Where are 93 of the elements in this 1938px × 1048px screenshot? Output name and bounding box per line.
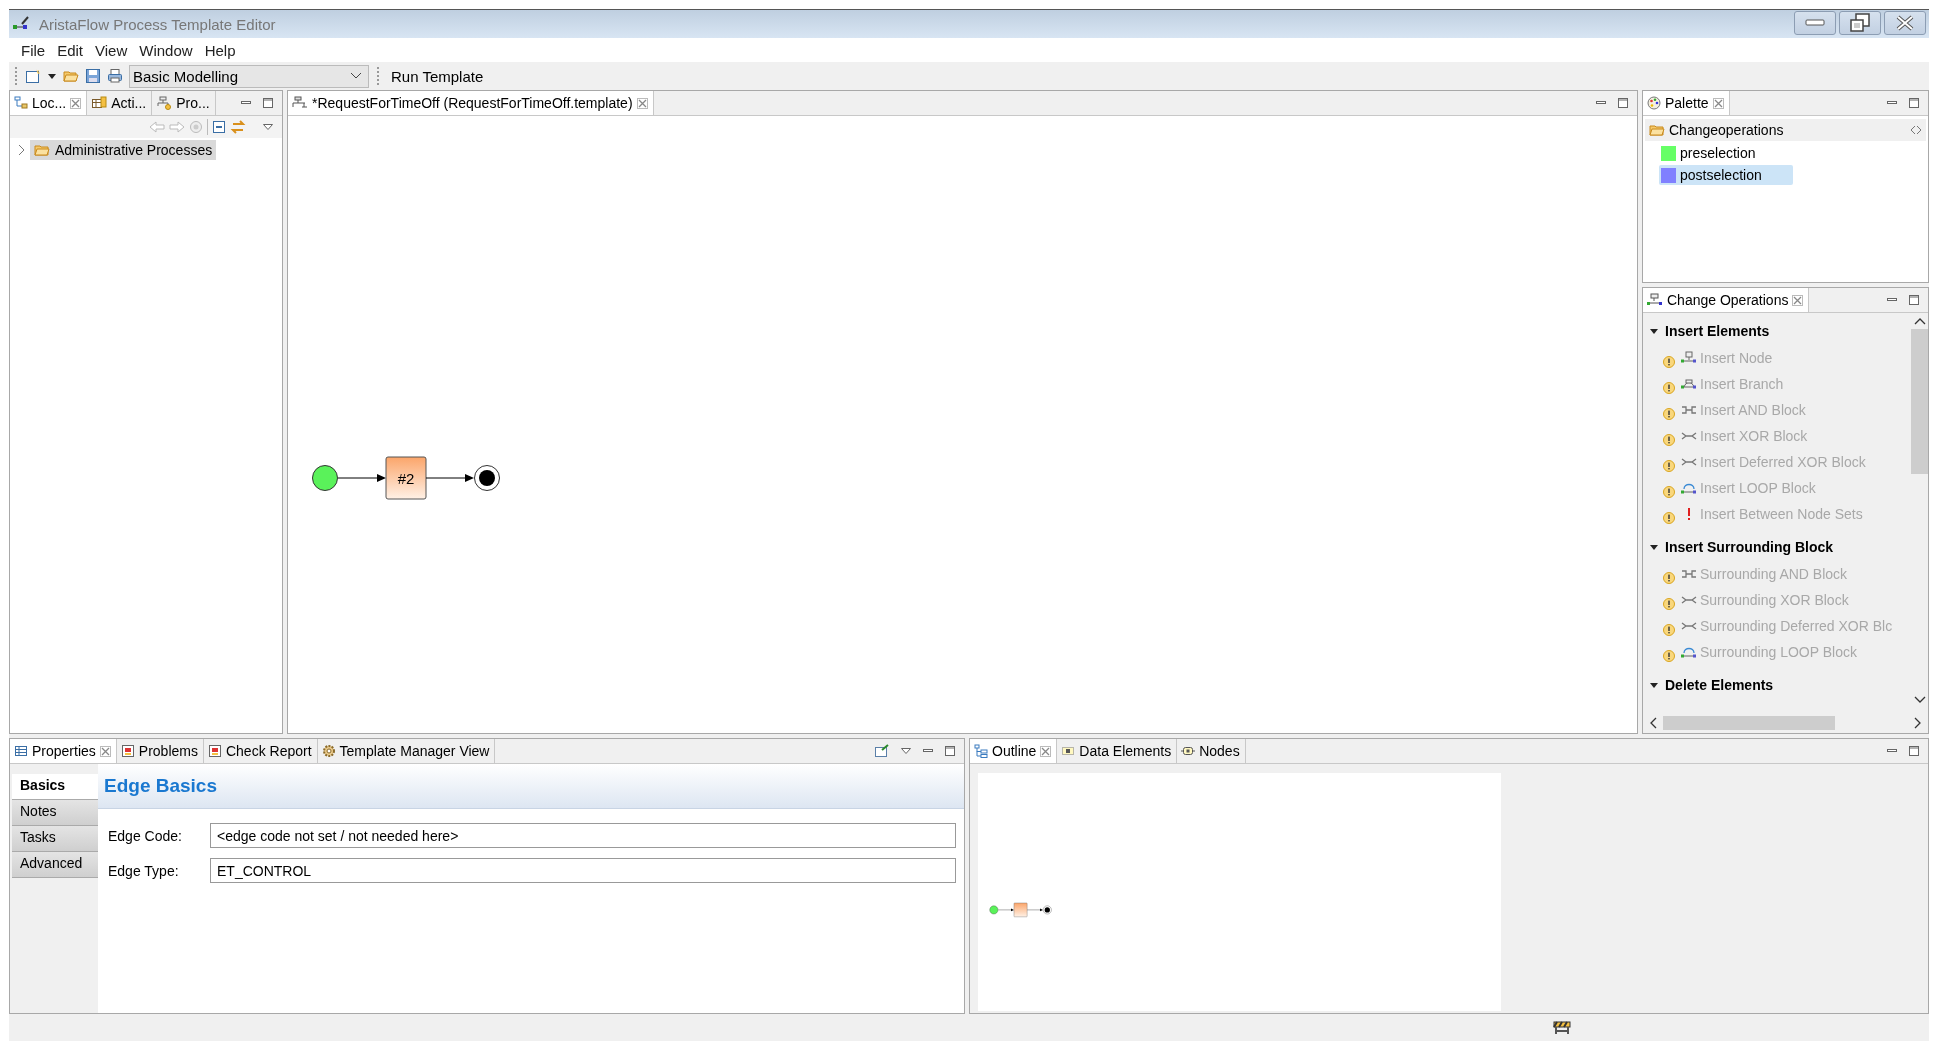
activity-node: #2 xyxy=(385,456,427,500)
text-field[interactable]: ET_CONTROL xyxy=(210,858,956,883)
close-icon[interactable] xyxy=(1040,745,1052,757)
tab[interactable]: Properties xyxy=(10,739,117,763)
scroll-right-icon[interactable] xyxy=(1914,716,1922,729)
gear-icon xyxy=(321,744,336,758)
tab[interactable]: Outline xyxy=(970,739,1058,763)
problems-icon xyxy=(120,744,135,758)
restore-button[interactable] xyxy=(1839,11,1881,35)
palette-drawer-header[interactable]: Changeoperations xyxy=(1645,119,1926,141)
menu-item[interactable]: File xyxy=(15,41,52,59)
expand-arrow-icon[interactable] xyxy=(1649,680,1659,690)
table-icon xyxy=(14,744,28,758)
group-header[interactable]: Insert Surrounding Block xyxy=(1643,533,1911,561)
collapse-all-icon[interactable] xyxy=(212,120,226,134)
menu-item[interactable]: View xyxy=(89,41,134,59)
view-menu-icon[interactable] xyxy=(900,745,912,757)
collapse-icon[interactable] xyxy=(1910,125,1922,135)
side-tab[interactable]: Tasks xyxy=(12,826,98,852)
close-icon xyxy=(1895,14,1915,32)
maximize-icon[interactable] xyxy=(1617,97,1629,109)
tab[interactable]: Loc... xyxy=(10,91,88,115)
process-icon xyxy=(156,96,173,110)
close-icon[interactable] xyxy=(99,745,111,757)
data-icon xyxy=(1061,744,1076,758)
folder-icon xyxy=(34,143,50,157)
palette-icon xyxy=(1647,96,1661,110)
side-tab[interactable]: Notes xyxy=(12,800,98,826)
maximize-icon[interactable] xyxy=(944,745,956,757)
branch-icon xyxy=(1681,377,1697,391)
group-header[interactable]: Insert Elements xyxy=(1643,317,1911,345)
field-label: Edge Type: xyxy=(108,862,180,879)
workflow-icon xyxy=(292,96,308,110)
tab[interactable]: Palette xyxy=(1643,91,1730,115)
node-icon xyxy=(1181,744,1196,758)
print-icon[interactable] xyxy=(107,68,123,84)
field-label: Edge Code: xyxy=(108,827,183,844)
minimize-icon xyxy=(1805,19,1825,27)
construction-icon xyxy=(1553,1020,1571,1035)
tree-icon xyxy=(14,96,28,110)
folder-icon xyxy=(1649,123,1665,137)
view-menu-icon[interactable] xyxy=(262,121,274,133)
tab[interactable]: Change Operations xyxy=(1643,288,1810,312)
loop-block-icon xyxy=(1681,645,1697,659)
palette-item[interactable]: postselection xyxy=(1659,165,1793,185)
maximize-icon[interactable] xyxy=(1908,745,1920,757)
pin-icon[interactable] xyxy=(874,744,890,758)
maximize-icon[interactable] xyxy=(262,97,274,109)
tab[interactable]: *RequestForTimeOff (RequestForTimeOff.template) xyxy=(288,91,654,115)
diagram-thumbnail-drawing xyxy=(989,902,1052,917)
close-icon[interactable] xyxy=(70,97,82,109)
group-header[interactable]: Delete Elements xyxy=(1643,671,1911,699)
run-template-button[interactable]: Run Template xyxy=(387,67,488,85)
side-tab[interactable]: Advanced xyxy=(12,852,98,878)
menu-item[interactable]: Help xyxy=(198,41,242,59)
save-icon[interactable] xyxy=(85,68,101,84)
menu-item[interactable]: Edit xyxy=(51,41,90,59)
close-button[interactable] xyxy=(1884,11,1926,35)
tree-icon xyxy=(974,744,988,758)
text-field[interactable]: <edge code not set / not needed here> xyxy=(210,823,956,848)
scroll-down-icon[interactable] xyxy=(1913,696,1926,704)
activity-icon xyxy=(91,96,108,110)
scroll-left-icon[interactable] xyxy=(1649,716,1657,729)
close-icon[interactable] xyxy=(1792,294,1804,306)
scroll-up-icon[interactable] xyxy=(1913,317,1926,325)
node-icon xyxy=(1681,351,1697,365)
end-node xyxy=(474,465,500,491)
tree-item[interactable]: Administrative Processes xyxy=(30,140,217,160)
close-icon[interactable] xyxy=(636,97,648,109)
minimize-button[interactable] xyxy=(1794,11,1836,35)
perspective-dropdown[interactable]: Basic Modelling xyxy=(129,64,369,88)
side-tab[interactable]: Basics xyxy=(12,774,98,800)
expand-arrow-icon[interactable] xyxy=(1649,542,1659,552)
menu-item[interactable]: Window xyxy=(133,41,199,59)
edge-arrow xyxy=(425,474,474,482)
problems-icon xyxy=(207,744,222,758)
restore-icon xyxy=(1849,13,1871,33)
edge-arrow xyxy=(337,474,386,482)
maximize-icon[interactable] xyxy=(1908,294,1920,306)
start-node xyxy=(312,465,338,491)
window-title: AristaFlow Process Template Editor xyxy=(39,15,277,33)
close-icon[interactable] xyxy=(1712,97,1724,109)
expand-arrow-icon[interactable] xyxy=(1649,326,1659,336)
and-block-icon xyxy=(1681,567,1697,581)
and-block-icon xyxy=(1681,403,1697,417)
loop-block-icon xyxy=(1681,481,1697,495)
palette-item[interactable]: preselection xyxy=(1659,143,1793,163)
change-operations-icon xyxy=(1647,293,1663,307)
section-title: Edge Basics xyxy=(104,775,217,797)
app-icon xyxy=(13,16,31,32)
new-file-icon[interactable] xyxy=(25,68,41,84)
chevron-down-icon xyxy=(350,72,362,80)
maximize-icon[interactable] xyxy=(1908,97,1920,109)
